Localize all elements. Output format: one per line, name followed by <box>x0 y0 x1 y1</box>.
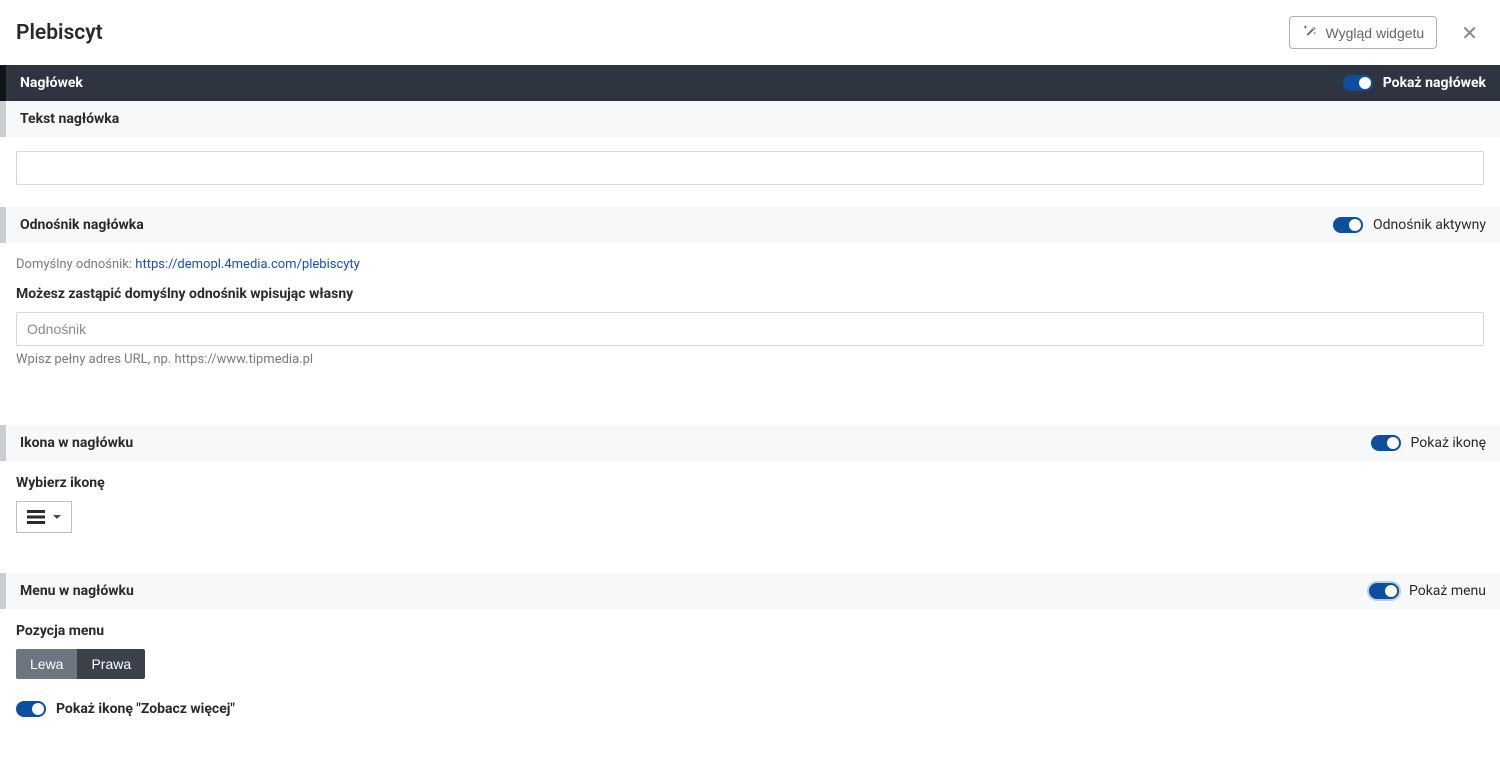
default-link-label: Domyślny odnośnik: <box>16 257 132 272</box>
list-lines-icon <box>27 510 45 524</box>
spacer <box>0 389 1500 425</box>
section-header-main: Nagłówek Pokaż nagłówek <box>0 65 1500 101</box>
show-more-icon-toggle[interactable] <box>16 701 46 717</box>
link-active-toggle-wrap: Odnośnik aktywny <box>1333 217 1486 233</box>
section-header-text-title: Tekst nagłówka <box>20 111 119 127</box>
default-link-line: Domyślny odnośnik: https://demopl.4media… <box>0 243 1500 272</box>
header-text-block <box>0 137 1500 207</box>
icon-choose-label: Wybierz ikonę <box>16 475 1484 491</box>
modal-header: Plebiscyt Wygląd widgetu ✕ <box>0 0 1500 65</box>
link-override-input[interactable] <box>16 312 1484 346</box>
show-icon-toggle[interactable] <box>1371 435 1401 451</box>
show-header-toggle[interactable] <box>1343 75 1373 91</box>
menu-position-label: Pozycja menu <box>16 623 1484 639</box>
menu-position-left[interactable]: Lewa <box>16 649 77 679</box>
show-icon-toggle-label: Pokaż ikonę <box>1411 435 1487 451</box>
link-active-toggle[interactable] <box>1333 217 1363 233</box>
spacer <box>0 555 1500 573</box>
show-menu-toggle-label: Pokaż menu <box>1409 583 1486 599</box>
show-icon-toggle-wrap: Pokaż ikonę <box>1371 435 1487 451</box>
show-menu-toggle-wrap: Pokaż menu <box>1369 583 1486 599</box>
show-header-toggle-wrap: Pokaż nagłówek <box>1343 75 1486 91</box>
show-menu-toggle[interactable] <box>1369 583 1399 599</box>
widget-settings-modal: Plebiscyt Wygląd widgetu ✕ Nagłówek Poka… <box>0 0 1500 764</box>
default-link-url[interactable]: https://demopl.4media.com/plebiscyty <box>135 257 360 272</box>
show-more-icon-label: Pokaż ikonę "Zobacz więcej" <box>56 701 235 717</box>
link-override-block: Możesz zastąpić domyślny odnośnik wpisuj… <box>0 272 1500 389</box>
section-header-link: Odnośnik nagłówka Odnośnik aktywny <box>0 207 1500 243</box>
modal-title: Plebiscyt <box>16 21 103 45</box>
menu-position-segmented: Lewa Prawa <box>16 649 145 679</box>
magic-wand-icon <box>1302 23 1318 42</box>
link-override-hint: Wpisz pełny adres URL, np. https://www.t… <box>16 352 1484 367</box>
widget-appearance-button[interactable]: Wygląd widgetu <box>1289 16 1438 49</box>
section-header-icon: Ikona w nagłówku Pokaż ikonę <box>0 425 1500 461</box>
icon-choose-block: Wybierz ikonę <box>0 461 1500 555</box>
section-header-icon-title: Ikona w nagłówku <box>20 435 133 451</box>
icon-picker-dropdown[interactable] <box>16 501 72 533</box>
section-header-link-title: Odnośnik nagłówka <box>20 217 144 233</box>
menu-position-right[interactable]: Prawa <box>77 649 145 679</box>
section-header-title: Nagłówek <box>20 75 83 91</box>
header-text-input[interactable] <box>16 151 1484 185</box>
modal-header-actions: Wygląd widgetu ✕ <box>1289 16 1478 49</box>
link-override-label: Możesz zastąpić domyślny odnośnik wpisuj… <box>16 286 1484 302</box>
chevron-down-icon <box>53 515 61 519</box>
section-header-menu-title: Menu w nagłówku <box>20 583 134 599</box>
close-icon[interactable]: ✕ <box>1461 23 1478 43</box>
widget-appearance-label: Wygląd widgetu <box>1326 25 1425 41</box>
show-more-icon-row: Pokaż ikonę "Zobacz więcej" <box>16 701 1484 717</box>
section-header-menu: Menu w nagłówku Pokaż menu <box>0 573 1500 609</box>
show-header-toggle-label: Pokaż nagłówek <box>1383 75 1486 91</box>
section-header-text: Tekst nagłówka <box>0 101 1500 137</box>
menu-settings-block: Pozycja menu Lewa Prawa Pokaż ikonę "Zob… <box>0 609 1500 739</box>
link-active-toggle-label: Odnośnik aktywny <box>1373 217 1486 233</box>
